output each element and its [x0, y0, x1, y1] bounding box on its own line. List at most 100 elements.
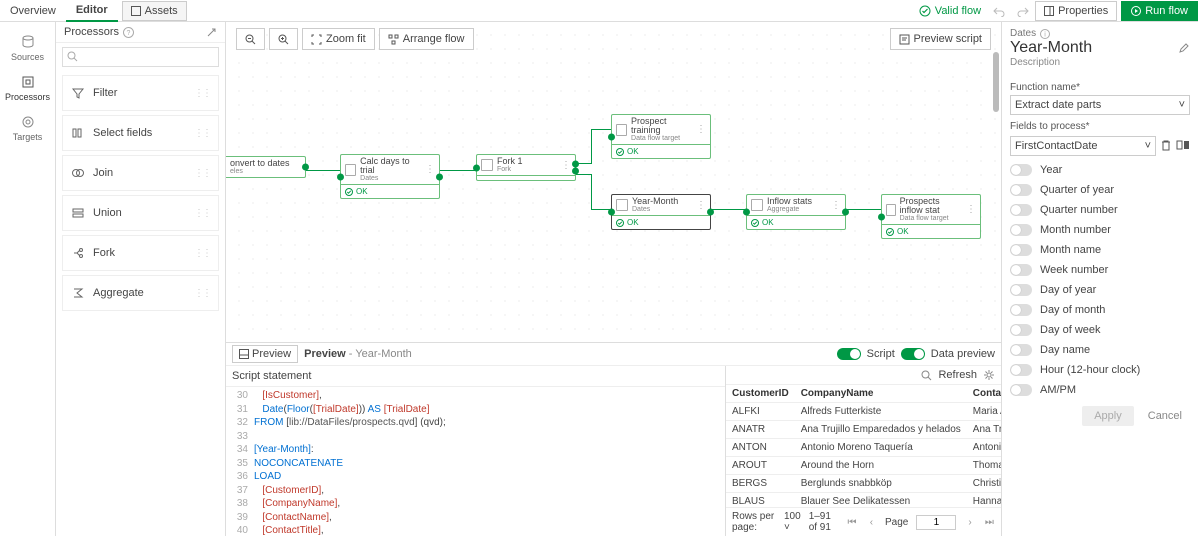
script-toggle[interactable] — [837, 348, 861, 360]
drag-handle-icon[interactable]: ⋮⋮ — [194, 168, 210, 179]
processor-fork[interactable]: Fork⋮⋮ — [62, 235, 219, 271]
settings-icon[interactable] — [983, 369, 995, 381]
toggle-day-name[interactable] — [1010, 344, 1032, 356]
node-menu-icon[interactable]: ⋮ — [966, 204, 976, 215]
zoom-out-button[interactable] — [236, 28, 265, 50]
flow-canvas[interactable]: Zoom fit Arrange flow Preview script onv… — [226, 22, 1001, 342]
toggle-day-of-year[interactable] — [1010, 284, 1032, 296]
toggle-quarter-of-year[interactable] — [1010, 184, 1032, 196]
data-preview-toggle[interactable] — [901, 348, 925, 360]
processor-union[interactable]: Union⋮⋮ — [62, 195, 219, 231]
node-prospect-training[interactable]: Prospect trainingData flow target⋮ OK — [611, 114, 711, 159]
add-field-icon[interactable] — [1176, 139, 1190, 151]
drag-handle-icon[interactable]: ⋮⋮ — [194, 88, 210, 99]
rail-targets[interactable]: Targets — [0, 108, 55, 148]
toggle-year[interactable] — [1010, 164, 1032, 176]
edit-icon[interactable] — [1178, 42, 1190, 54]
page-input[interactable] — [916, 515, 956, 530]
toggle-month-name[interactable] — [1010, 244, 1032, 256]
last-page-button[interactable]: ⏭ — [984, 513, 995, 531]
preview-toggle-button[interactable]: Preview — [232, 345, 298, 363]
info-icon[interactable]: i — [1040, 29, 1050, 39]
refresh-button[interactable]: Refresh — [938, 369, 977, 381]
zoom-fit-button[interactable]: Zoom fit — [302, 28, 375, 50]
drag-handle-icon[interactable]: ⋮⋮ — [194, 128, 210, 139]
dates-icon — [616, 199, 628, 211]
toggle-hour-12-hour-clock-[interactable] — [1010, 364, 1032, 376]
first-page-button[interactable]: ⏮ — [846, 513, 857, 531]
table-row[interactable]: ANTONAntonio Moreno TaqueríaAntonio More… — [726, 439, 1001, 457]
help-icon[interactable]: ? — [123, 27, 134, 38]
aggregate-icon — [751, 199, 763, 211]
node-inflow-stats[interactable]: Inflow statsAggregate⋮ OK — [746, 194, 846, 230]
run-flow-button[interactable]: Run flow — [1121, 1, 1198, 21]
fields-to-process-label: Fields to process* — [1010, 121, 1190, 132]
redo-button[interactable] — [1011, 1, 1035, 21]
canvas-scrollbar[interactable] — [993, 52, 1001, 338]
processor-join[interactable]: Join⋮⋮ — [62, 155, 219, 191]
preview-label: Preview — [304, 348, 346, 360]
node-year-month[interactable]: Year-MonthDates⋮ OK — [611, 194, 711, 230]
data-table[interactable]: CustomerIDCompanyNameContactNameContactT… — [726, 385, 1001, 507]
node-prospects-inflow-stat[interactable]: Prospects inflow statData flow target⋮ O… — [881, 194, 981, 239]
node-menu-icon[interactable]: ⋮ — [696, 124, 706, 135]
processor-filter[interactable]: Filter⋮⋮ — [62, 75, 219, 111]
table-row[interactable]: BERGSBerglunds snabbköpChristina Berglun… — [726, 475, 1001, 493]
assets-button[interactable]: Assets — [122, 1, 187, 21]
processor-aggregate[interactable]: Aggregate⋮⋮ — [62, 275, 219, 311]
cancel-button[interactable]: Cancel — [1140, 406, 1190, 426]
search-icon[interactable] — [921, 370, 932, 381]
table-row[interactable]: ALFKIAlfreds FutterkisteMaria AndersSale… — [726, 403, 1001, 421]
arrange-flow-button[interactable]: Arrange flow — [379, 28, 474, 50]
toggle-day-of-month[interactable] — [1010, 304, 1032, 316]
rail-processors[interactable]: Processors — [0, 68, 55, 108]
drag-handle-icon[interactable]: ⋮⋮ — [194, 248, 210, 259]
description-label[interactable]: Description — [1010, 57, 1190, 68]
tab-editor[interactable]: Editor — [66, 0, 118, 22]
join-icon — [71, 166, 85, 180]
field-select[interactable]: FirstContactDate˅ — [1010, 136, 1156, 156]
filter-icon — [71, 86, 85, 100]
preview-script-button[interactable]: Preview script — [890, 28, 991, 50]
processors-search-input[interactable] — [62, 47, 219, 67]
col-header[interactable]: CustomerID — [726, 385, 795, 403]
table-row[interactable]: BLAUSBlauer See DelikatessenHanna MoosSa… — [726, 493, 1001, 508]
toggle-am-pm[interactable] — [1010, 384, 1032, 396]
node-menu-icon[interactable]: ⋮ — [561, 160, 571, 171]
prev-page-button[interactable]: ‹ — [866, 513, 877, 531]
table-row[interactable]: ANATRAna Trujillo Emparedados y heladosA… — [726, 421, 1001, 439]
collapse-icon[interactable] — [206, 27, 217, 38]
drag-handle-icon[interactable]: ⋮⋮ — [194, 288, 210, 299]
drag-handle-icon[interactable]: ⋮⋮ — [194, 208, 210, 219]
fit-icon — [311, 34, 322, 45]
toggle-day-of-week[interactable] — [1010, 324, 1032, 336]
script-code[interactable]: 30 [IsCustomer],31 Date(Floor([TrialDate… — [226, 387, 725, 536]
table-row[interactable]: AROUTAround the HornThomas HardySales Re… — [726, 457, 1001, 475]
node-menu-icon[interactable]: ⋮ — [696, 200, 706, 211]
node-fork-1[interactable]: Fork 1Fork⋮ — [476, 154, 576, 181]
undo-button[interactable] — [987, 1, 1011, 21]
toggle-month-number[interactable] — [1010, 224, 1032, 236]
panel-icon — [1044, 6, 1054, 16]
toggle-quarter-number[interactable] — [1010, 204, 1032, 216]
node-convert-to-dates[interactable]: onvert to dateseles — [226, 156, 306, 178]
delete-icon[interactable] — [1160, 139, 1172, 151]
col-header[interactable]: CompanyName — [795, 385, 967, 403]
function-name-select[interactable]: Extract date parts˅ — [1010, 95, 1190, 115]
properties-panel: Dates i Year-Month Description Function … — [1002, 22, 1198, 536]
node-menu-icon[interactable]: ⋮ — [425, 164, 435, 175]
zoom-in-button[interactable] — [269, 28, 298, 50]
processor-select-fields[interactable]: Select fields⋮⋮ — [62, 115, 219, 151]
node-calc-days-to-trial[interactable]: Calc days to trialDates⋮ OK — [340, 154, 440, 199]
rail-sources[interactable]: Sources — [0, 28, 55, 68]
properties-button[interactable]: Properties — [1035, 1, 1117, 21]
toggle-week-number[interactable] — [1010, 264, 1032, 276]
rows-per-page-select[interactable]: 100 ˅ — [784, 511, 801, 533]
col-header[interactable]: ContactName — [967, 385, 1001, 403]
breadcrumb[interactable]: Dates — [1010, 28, 1036, 39]
apply-button[interactable]: Apply — [1082, 406, 1134, 426]
tab-overview[interactable]: Overview — [0, 1, 66, 21]
next-page-button[interactable]: › — [964, 513, 975, 531]
node-menu-icon[interactable]: ⋮ — [831, 200, 841, 211]
chevron-down-icon: ˅ — [1145, 140, 1151, 152]
